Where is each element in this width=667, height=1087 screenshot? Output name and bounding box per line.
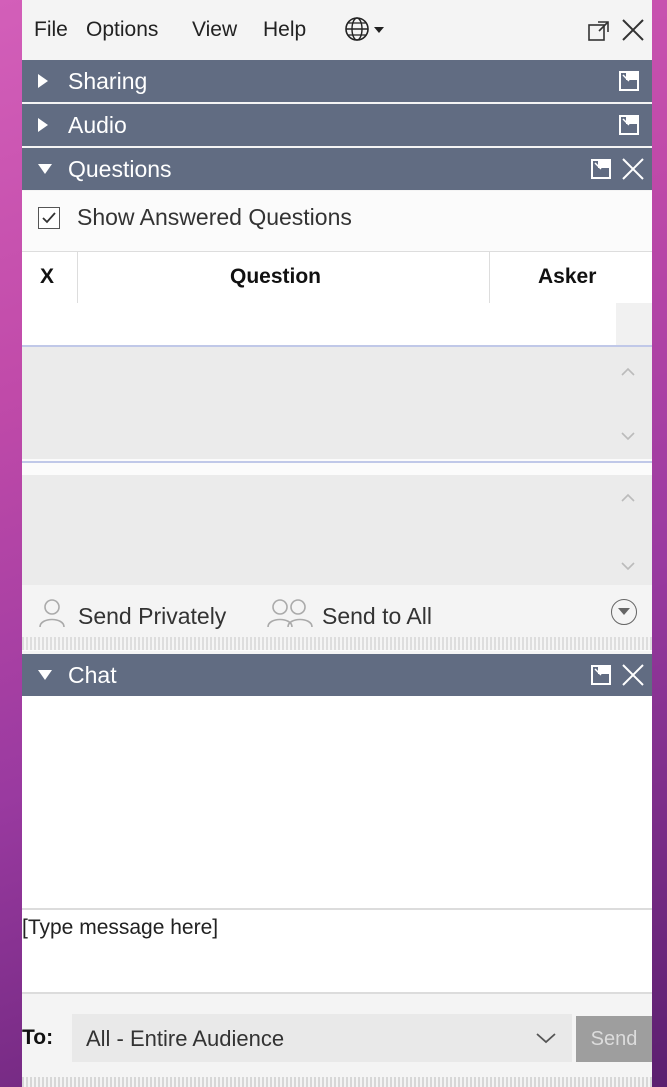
- chevron-down-icon[interactable]: [534, 1030, 558, 1051]
- sharing-section-header[interactable]: Sharing: [22, 60, 652, 102]
- chat-history[interactable]: [22, 696, 652, 908]
- column-divider: [489, 252, 490, 304]
- resize-grip[interactable]: [22, 637, 652, 650]
- recipient-select[interactable]: All - Entire Audience: [72, 1014, 572, 1062]
- menu-help[interactable]: Help: [263, 18, 306, 42]
- question-input-area[interactable]: [22, 347, 652, 459]
- send-privately-button[interactable]: Send Privately: [78, 603, 226, 630]
- restore-icon[interactable]: [618, 70, 640, 92]
- show-answered-label[interactable]: Show Answered Questions: [77, 204, 352, 231]
- close-icon[interactable]: [619, 16, 647, 44]
- scroll-up-icon[interactable]: [618, 491, 638, 505]
- audio-section-header[interactable]: Audio: [22, 104, 652, 146]
- more-options-icon[interactable]: [611, 599, 637, 625]
- question-actions: Send Privately Send to All: [22, 585, 652, 640]
- collapse-arrow-icon: [36, 668, 54, 687]
- scroll-down-icon[interactable]: [618, 429, 638, 443]
- to-label: To:: [22, 1026, 54, 1049]
- group-users-icon[interactable]: [266, 597, 316, 629]
- chat-recipient-row: To: All - Entire Audience Send: [22, 994, 652, 1087]
- menu-bar: File Options View Help: [22, 0, 652, 60]
- menu-file[interactable]: File: [34, 18, 68, 42]
- resize-grip[interactable]: [22, 1077, 652, 1087]
- chat-message-input[interactable]: [Type message here]: [22, 910, 652, 992]
- table-scroll-gutter: [616, 303, 652, 345]
- close-icon[interactable]: [620, 662, 646, 688]
- answer-input-area[interactable]: [22, 475, 652, 585]
- questions-title: Questions: [68, 156, 172, 182]
- send-to-all-button[interactable]: Send to All: [322, 603, 432, 630]
- menu-view[interactable]: View: [192, 18, 237, 42]
- collapse-arrow-icon: [36, 162, 54, 181]
- globe-icon[interactable]: [344, 14, 384, 44]
- restore-icon[interactable]: [618, 114, 640, 136]
- column-divider: [77, 252, 78, 304]
- show-answered-checkbox[interactable]: [38, 207, 60, 229]
- sharing-title: Sharing: [68, 68, 148, 94]
- scroll-up-icon[interactable]: [618, 365, 638, 379]
- chat-section-header[interactable]: Chat: [22, 654, 652, 696]
- menu-options[interactable]: Options: [86, 18, 158, 42]
- column-x[interactable]: X: [40, 265, 54, 289]
- recipient-value: All - Entire Audience: [86, 1026, 285, 1051]
- expand-arrow-icon: [36, 72, 50, 95]
- expand-arrow-icon: [36, 116, 50, 139]
- questions-panel: Show Answered Questions X Question Asker: [22, 191, 652, 651]
- column-question[interactable]: Question: [230, 265, 321, 289]
- chat-title: Chat: [68, 662, 117, 688]
- message-placeholder: [Type message here]: [22, 916, 219, 939]
- column-asker[interactable]: Asker: [538, 265, 596, 289]
- restore-icon[interactable]: [590, 158, 612, 180]
- single-user-icon[interactable]: [38, 597, 74, 629]
- close-icon[interactable]: [620, 156, 646, 182]
- table-row[interactable]: [22, 303, 616, 345]
- questions-section-header[interactable]: Questions: [22, 148, 652, 190]
- restore-icon[interactable]: [590, 664, 612, 686]
- questions-table-header: X Question Asker: [22, 251, 652, 305]
- popout-icon[interactable]: [588, 20, 610, 42]
- send-button[interactable]: Send: [576, 1016, 652, 1062]
- divider: [22, 461, 652, 463]
- audio-title: Audio: [68, 112, 127, 138]
- webex-panel: File Options View Help Sharing Audio Que…: [22, 0, 652, 1087]
- scroll-down-icon[interactable]: [618, 559, 638, 573]
